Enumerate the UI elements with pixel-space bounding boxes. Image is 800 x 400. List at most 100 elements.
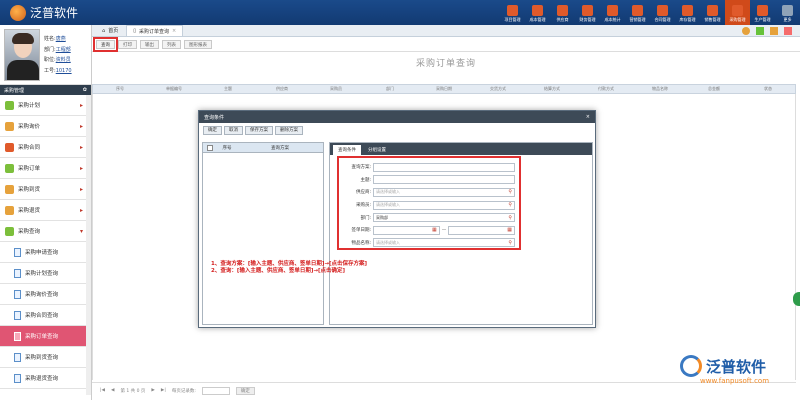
column-header[interactable]: 部门 — [363, 86, 417, 92]
sidebar-header[interactable]: 采购管理 ✿ — [0, 85, 91, 95]
close-icon[interactable]: × — [172, 28, 176, 34]
sidebar-subitem-5[interactable]: 采购到货查询 — [0, 347, 91, 368]
module-label: 成本管理 — [529, 17, 546, 22]
module-8[interactable]: 销售管理 — [700, 0, 725, 25]
instruction-notes: 1、查询方案：[输入主题、供应商、签单日期]→[点击保存方案] 2、查询：[输入… — [211, 261, 367, 275]
sidebar-subitem-label: 采购订单查询 — [25, 334, 59, 340]
delete-scheme-button[interactable]: 删除方案 — [275, 125, 303, 135]
select-all-checkbox[interactable] — [207, 144, 213, 151]
module-3[interactable]: 财务管理 — [575, 0, 600, 25]
module-4[interactable]: 成本统计 — [600, 0, 625, 25]
print-button[interactable]: 打印 — [118, 40, 137, 49]
save-scheme-button[interactable]: 保存方案 — [245, 125, 273, 135]
module-9[interactable]: 采购管理 — [725, 0, 750, 25]
search-icon[interactable]: ⚲ — [508, 215, 512, 221]
tab-query-conditions[interactable]: 查询条件 — [333, 145, 361, 155]
chart-report-button[interactable]: 图形报表 — [184, 40, 212, 49]
dept-input[interactable]: 采购部 ⚲ — [373, 213, 515, 223]
column-header[interactable]: 主题 — [201, 86, 255, 92]
sidebar-item-3[interactable]: 采购订单 ▸ — [0, 158, 91, 179]
chevron-right-icon: ▸ — [79, 206, 83, 214]
prev-page-icon[interactable]: ◀ — [111, 388, 114, 393]
module-6[interactable]: 合同管理 — [650, 0, 675, 25]
query-button[interactable]: 查询 — [93, 37, 118, 52]
date-from-input[interactable]: ▦ — [373, 225, 440, 235]
column-header[interactable]: 单据编号 — [147, 86, 201, 92]
column-header[interactable]: 采购员 — [309, 86, 363, 92]
next-page-icon[interactable]: ▶ — [151, 388, 154, 393]
list-button[interactable]: 列表 — [162, 40, 181, 49]
module-icon — [682, 5, 693, 16]
toolbar: 查询 打印 输出 列表 图形报表 — [92, 37, 800, 52]
sidebar-item-1[interactable]: 采购询价 ▸ — [0, 116, 91, 137]
column-header[interactable]: 总金额 — [687, 86, 741, 92]
sidebar-subitem-6[interactable]: 采购退货查询 — [0, 368, 91, 389]
menu-icon — [5, 121, 14, 131]
sidebar-subitem-1[interactable]: 采购计划查询 — [0, 263, 91, 284]
module-1[interactable]: 成本管理 — [525, 0, 550, 25]
column-header[interactable]: 供应商 — [255, 86, 309, 92]
column-header[interactable]: 物品名称 — [633, 86, 687, 92]
module-10[interactable]: 生产管理 — [750, 0, 775, 25]
sidebar-subitem-3[interactable]: 采购合同查询 — [0, 305, 91, 326]
sidebar-item-label: 采购合同 — [18, 145, 41, 151]
module-2[interactable]: 供应商 — [550, 0, 575, 25]
search-icon[interactable]: ⚲ — [508, 202, 512, 208]
page-size-input[interactable] — [201, 386, 230, 395]
sidebar-item-2[interactable]: 采购合同 ▸ — [0, 137, 91, 158]
last-page-icon[interactable]: ▶| — [161, 388, 166, 393]
sidebar-item-4[interactable]: 采购到货 ▸ — [0, 179, 91, 200]
cancel-button[interactable]: 取消 — [224, 125, 243, 135]
sidebar-subitem-2[interactable]: 采购询价查询 — [0, 284, 91, 305]
sidebar-scrollbar[interactable] — [86, 95, 91, 395]
logout-icon[interactable] — [784, 27, 792, 35]
settings-icon[interactable] — [742, 27, 750, 35]
sidebar-menu: 采购计划 ▸ 采购询价 ▸ 采购合同 ▸ 采购订单 ▸ 采购到货 ▸ 采购退货 ▸ 采购查询 ▾ 采购申请查… — [0, 95, 91, 389]
calendar-icon[interactable]: ▦ — [507, 227, 512, 233]
buyer-input[interactable]: 请选择或输入 ⚲ — [373, 200, 515, 210]
sidebar-subitem-0[interactable]: 采购申请查询 — [0, 242, 91, 263]
sidebar-item-label: 采购退货 — [18, 208, 41, 214]
column-header[interactable]: 状态 — [741, 86, 795, 92]
search-icon[interactable]: ⚲ — [508, 240, 512, 246]
calendar-icon[interactable]: ▦ — [432, 227, 437, 233]
column-header[interactable]: 采购日期 — [417, 86, 471, 92]
go-button[interactable]: 确定 — [235, 386, 255, 395]
fullscreen-icon[interactable] — [756, 27, 764, 35]
logo-icon — [10, 4, 26, 21]
module-0[interactable]: 项目管理 — [500, 0, 525, 25]
brand-icon — [680, 355, 702, 377]
tab-home[interactable]: ⌂ 首页 — [96, 25, 124, 36]
supplier-input[interactable]: 请选择或输入 ⚲ — [373, 187, 515, 197]
first-page-icon[interactable]: |◀ — [100, 388, 105, 393]
sidebar-item-0[interactable]: 采购计划 ▸ — [0, 95, 91, 116]
tab-group-settings[interactable]: 分组设置 — [363, 145, 391, 155]
column-header[interactable]: 结算方式 — [525, 86, 579, 92]
gear-icon[interactable]: ✿ — [83, 87, 87, 93]
search-icon[interactable]: ⚲ — [508, 189, 512, 195]
sidebar-item-6[interactable]: 采购查询 ▾ — [0, 221, 91, 242]
sidebar-subitem-4[interactable]: 采购订单查询 — [0, 326, 91, 347]
column-header[interactable]: 交货方式 — [471, 86, 525, 92]
export-button[interactable]: 输出 — [140, 40, 159, 49]
module-icon — [557, 5, 568, 16]
sidebar-item-5[interactable]: 采购退货 ▸ — [0, 200, 91, 221]
column-header[interactable]: 付款方式 — [579, 86, 633, 92]
module-7[interactable]: 库存管理 — [675, 0, 700, 25]
date-to-input[interactable]: ▦ — [448, 225, 515, 235]
subject-input[interactable] — [373, 175, 515, 185]
tab-current[interactable]: ▯ 采购订单查询 × — [126, 25, 184, 36]
module-5[interactable]: 营销管理 — [625, 0, 650, 25]
close-icon[interactable]: × — [586, 114, 590, 120]
column-header[interactable]: 序号 — [93, 86, 147, 92]
tab-current-label: 采购订单查询 — [138, 28, 169, 35]
scheme-input[interactable] — [373, 162, 515, 172]
module-11[interactable]: 更多 — [775, 0, 800, 25]
subject-label: 主题: — [360, 177, 371, 183]
module-bar: 项目管理 成本管理 供应商 财务管理 成本统计 营销管理 合同管理 库存管理 销售管理 采购管理 生… — [500, 0, 800, 25]
user-icon[interactable] — [770, 27, 778, 35]
ok-button[interactable]: 确定 — [203, 125, 222, 135]
side-float-button[interactable] — [793, 292, 800, 306]
module-icon — [532, 5, 543, 16]
item-input[interactable]: 请选择或输入 ⚲ — [373, 238, 515, 248]
